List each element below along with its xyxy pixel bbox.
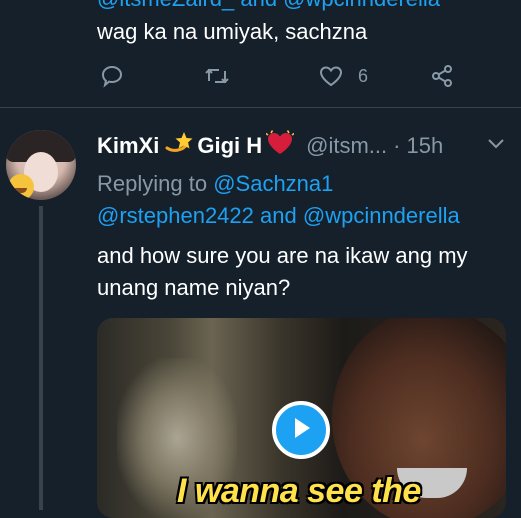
tweet-text: and how sure you are na ikaw ang my unan… bbox=[97, 243, 468, 300]
media-caption: I wanna see the bbox=[177, 472, 421, 510]
prev-tweet-text: wag ka na umiyak, sachzna bbox=[97, 19, 368, 44]
replying-to: Replying to @Sachzna1 bbox=[97, 171, 333, 197]
prev-tweet-actions: 6 bbox=[0, 64, 521, 94]
user-handle: @itsm... bbox=[306, 133, 388, 158]
prev-tweet-reply-handles[interactable]: @itsmeZaird_ and @wpcinnderella bbox=[97, 0, 440, 12]
reply-mention-1[interactable]: @Sachzna1 bbox=[213, 171, 333, 196]
tweet-divider bbox=[0, 107, 521, 108]
crying-emoji-icon bbox=[8, 174, 34, 200]
play-button[interactable] bbox=[272, 401, 330, 459]
like-button[interactable]: 6 bbox=[318, 64, 368, 88]
heart-icon bbox=[318, 64, 344, 88]
reply-and: and bbox=[260, 203, 297, 228]
avatar[interactable] bbox=[6, 130, 76, 200]
replying-to-continued: @rstephen2422 and @wpcinnderella bbox=[97, 203, 460, 229]
display-name-part-2: Gigi H bbox=[197, 133, 263, 158]
tweet-media[interactable]: I wanna see the bbox=[97, 318, 506, 518]
like-count: 6 bbox=[358, 65, 369, 86]
chevron-down-icon bbox=[486, 138, 506, 155]
tweet-header[interactable]: KimXi Gigi H @itsm... · 15h bbox=[97, 130, 444, 162]
thread-line bbox=[39, 206, 43, 510]
reply-mention-2[interactable]: @rstephen2422 bbox=[97, 203, 254, 228]
heart-emoji-icon bbox=[265, 130, 295, 162]
retweet-button[interactable] bbox=[204, 64, 230, 88]
share-icon bbox=[430, 64, 454, 88]
tweet-time: 15h bbox=[406, 133, 444, 158]
reply-icon bbox=[100, 64, 124, 88]
play-icon bbox=[290, 416, 312, 445]
reply-mention-3[interactable]: @wpcinnderella bbox=[303, 203, 460, 228]
tweet-menu-button[interactable] bbox=[486, 137, 506, 156]
header-separator: · bbox=[393, 133, 401, 158]
reply-button[interactable] bbox=[100, 64, 124, 88]
retweet-icon bbox=[204, 64, 230, 88]
display-name-part-1: KimXi bbox=[97, 133, 160, 158]
dizzy-star-icon bbox=[163, 130, 193, 162]
replying-to-label: Replying to bbox=[97, 171, 208, 196]
share-button[interactable] bbox=[430, 64, 454, 88]
